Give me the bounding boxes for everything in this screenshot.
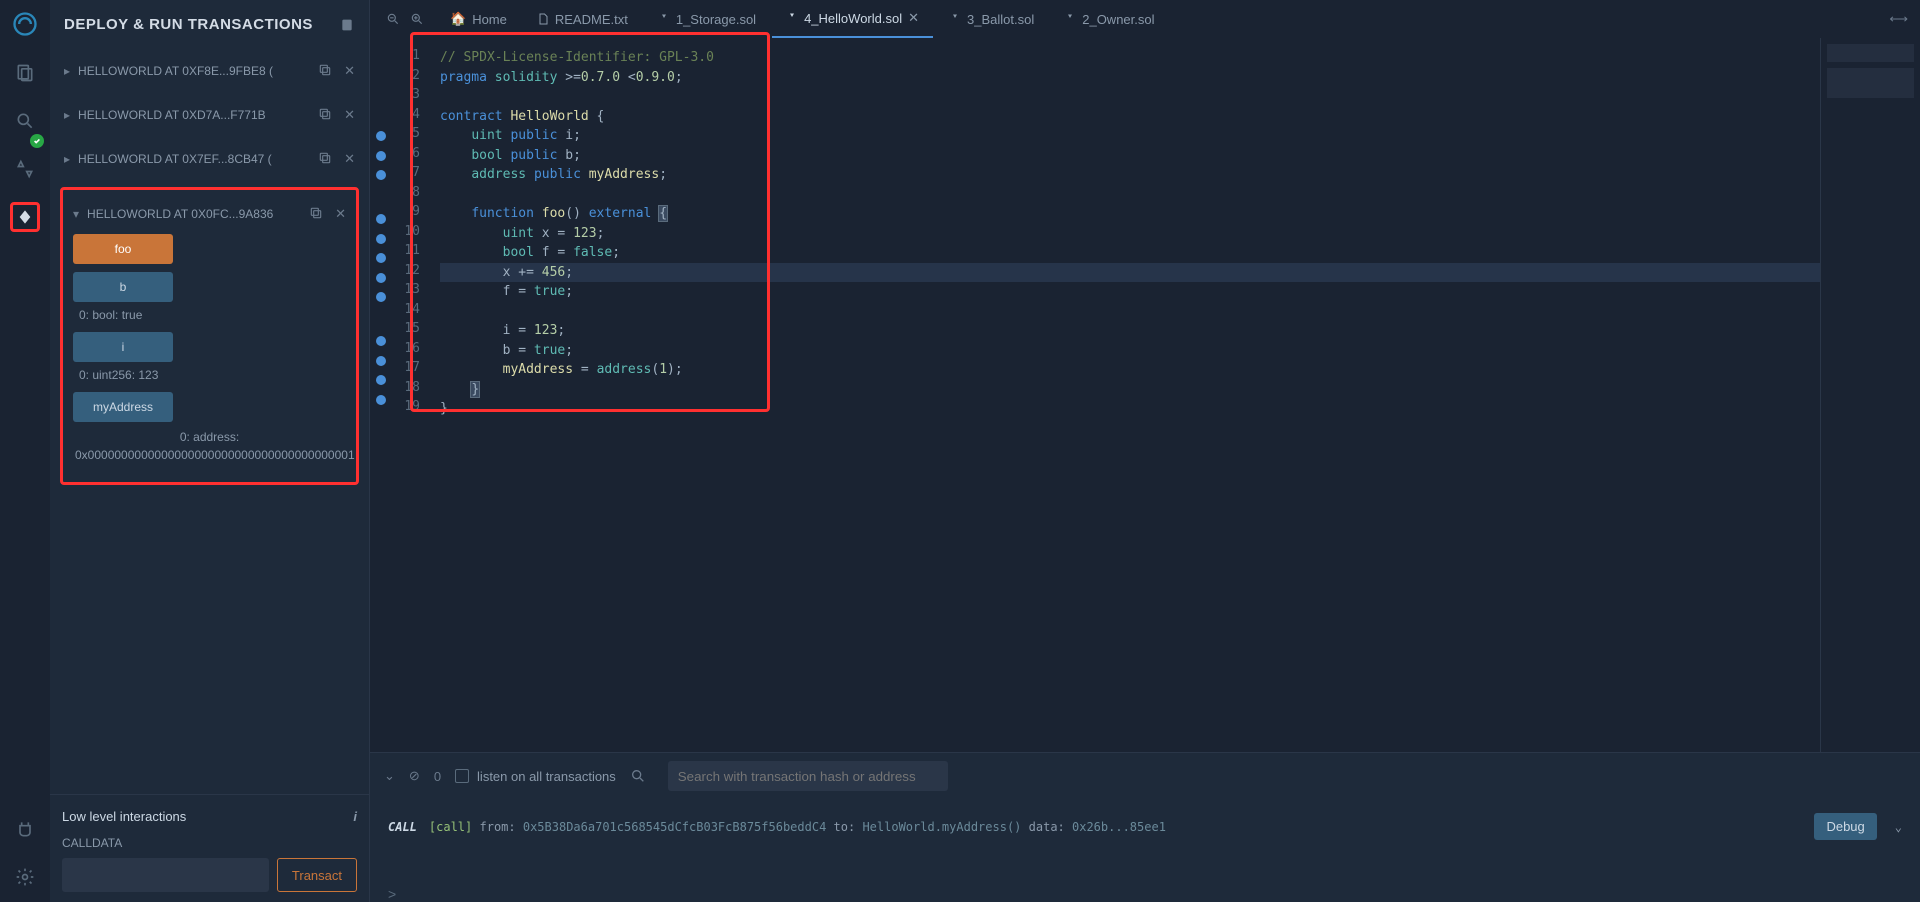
copy-icon[interactable] (309, 206, 323, 222)
chevron-down-icon[interactable]: ⌄ (1889, 820, 1902, 834)
terminal-search-input[interactable] (668, 761, 948, 791)
chevron-right-icon: ▸ (64, 64, 70, 78)
fn-b-result: 0: bool: true (73, 302, 346, 324)
instance-label: HELLOWORLD AT 0X0FC...9A836 (87, 207, 301, 221)
terminal-prompt[interactable]: > (370, 876, 1920, 902)
expand-icon[interactable]: ⟷ (1877, 11, 1920, 27)
tab-home[interactable]: 🏠 Home (436, 0, 521, 38)
sol-icon (658, 13, 670, 25)
search-icon[interactable] (10, 106, 40, 136)
tab-bar: 🏠 Home README.txt 1_Storage.sol 4_HelloW… (370, 0, 1920, 38)
remix-logo[interactable] (9, 8, 41, 40)
file-icon (537, 13, 549, 25)
log-data: 0x26b...85ee1 (1072, 820, 1166, 834)
instance-label: HELLOWORLD AT 0XF8E...9FBE8 ( (78, 64, 310, 78)
close-icon[interactable]: ✕ (344, 63, 355, 79)
chevron-right-icon: ▸ (64, 152, 70, 166)
tab-owner[interactable]: 2_Owner.sol (1050, 0, 1168, 38)
chevron-right-icon: ▸ (64, 108, 70, 122)
close-icon[interactable]: ✕ (908, 10, 919, 26)
tab-label: 2_Owner.sol (1082, 12, 1154, 27)
instance-row[interactable]: ▸ HELLOWORLD AT 0XD7A...F771B ✕ (54, 93, 365, 137)
calldata-label: CALLDATA (62, 828, 357, 858)
log-data-label: data: (1029, 820, 1065, 834)
sol-icon (786, 12, 798, 24)
close-icon[interactable]: ✕ (335, 206, 346, 222)
sol-icon (1064, 13, 1076, 25)
copy-icon[interactable] (318, 107, 332, 123)
home-icon: 🏠 (450, 11, 466, 27)
tab-label: Home (472, 12, 507, 27)
instance-row[interactable]: ▸ HELLOWORLD AT 0X7EF...8CB47 ( ✕ (54, 137, 365, 181)
compiler-icon[interactable] (10, 154, 40, 184)
log-from-label: from: (480, 820, 516, 834)
breakpoint-gutter[interactable] (370, 38, 392, 752)
tab-label: 3_Ballot.sol (967, 12, 1034, 27)
tab-helloworld[interactable]: 4_HelloWorld.sol ✕ (772, 0, 933, 38)
fn-myaddress-button[interactable]: myAddress (73, 392, 173, 422)
fn-foo-button[interactable]: foo (73, 234, 173, 264)
log-to: HelloWorld.myAddress() (862, 820, 1021, 834)
instance-expanded: ▾ HELLOWORLD AT 0X0FC...9A836 ✕ foo b 0:… (60, 187, 359, 485)
clear-icon[interactable]: ⊘ (409, 768, 420, 784)
fn-i-result: 0: uint256: 123 (73, 362, 346, 384)
plugin-manager-icon[interactable] (10, 814, 40, 844)
terminal-log-row[interactable]: CALL [call] from: 0x5B38Da6a701c568545dC… (388, 813, 1902, 840)
chevron-down-icon[interactable]: ▾ (73, 207, 79, 221)
panel-title: DEPLOY & RUN TRANSACTIONS (64, 16, 313, 33)
line-numbers: 12345678910111213141516171819 (392, 38, 428, 752)
lowlevel-title: Low level interactions (62, 809, 186, 824)
pending-count: 0 (434, 769, 441, 784)
sol-icon (949, 13, 961, 25)
close-icon[interactable]: ✕ (344, 151, 355, 167)
search-icon[interactable] (630, 768, 646, 784)
close-icon[interactable]: ✕ (344, 107, 355, 123)
compile-ok-badge (30, 134, 44, 148)
fn-myaddress-result: 0: address: 0x00000000000000000000000000… (73, 422, 346, 466)
fn-b-button[interactable]: b (73, 272, 173, 302)
deploy-run-icon[interactable] (10, 202, 40, 232)
log-type: CALL (388, 820, 417, 834)
tab-label: 4_HelloWorld.sol (804, 11, 902, 26)
listen-label: listen on all transactions (477, 769, 616, 784)
file-explorer-icon[interactable] (10, 58, 40, 88)
transact-button[interactable]: Transact (277, 858, 357, 892)
docs-icon[interactable] (339, 17, 355, 33)
fn-i-button[interactable]: i (73, 332, 173, 362)
info-icon[interactable]: i (353, 809, 357, 824)
collapse-icon[interactable]: ⌄ (384, 768, 395, 784)
tab-ballot[interactable]: 3_Ballot.sol (935, 0, 1048, 38)
log-to-label: to: (834, 820, 856, 834)
copy-icon[interactable] (318, 63, 332, 79)
listen-checkbox[interactable] (455, 769, 469, 783)
zoom-out-icon[interactable] (386, 12, 400, 26)
settings-icon[interactable] (10, 862, 40, 892)
copy-icon[interactable] (318, 151, 332, 167)
tab-readme[interactable]: README.txt (523, 0, 642, 38)
tab-storage[interactable]: 1_Storage.sol (644, 0, 770, 38)
log-tag: [call] (429, 820, 472, 834)
instance-label: HELLOWORLD AT 0XD7A...F771B (78, 108, 310, 122)
zoom-in-icon[interactable] (410, 12, 424, 26)
tab-label: README.txt (555, 12, 628, 27)
instance-row[interactable]: ▸ HELLOWORLD AT 0XF8E...9FBE8 ( ✕ (54, 49, 365, 93)
debug-button[interactable]: Debug (1814, 813, 1876, 840)
code-editor[interactable]: 12345678910111213141516171819 // SPDX-Li… (370, 38, 1920, 752)
instance-label: HELLOWORLD AT 0X7EF...8CB47 ( (78, 152, 310, 166)
tab-label: 1_Storage.sol (676, 12, 756, 27)
log-from: 0x5B38Da6a701c568545dCfcB03FcB875f56bedd… (523, 820, 826, 834)
minimap[interactable] (1820, 38, 1920, 752)
calldata-input[interactable] (62, 858, 269, 892)
